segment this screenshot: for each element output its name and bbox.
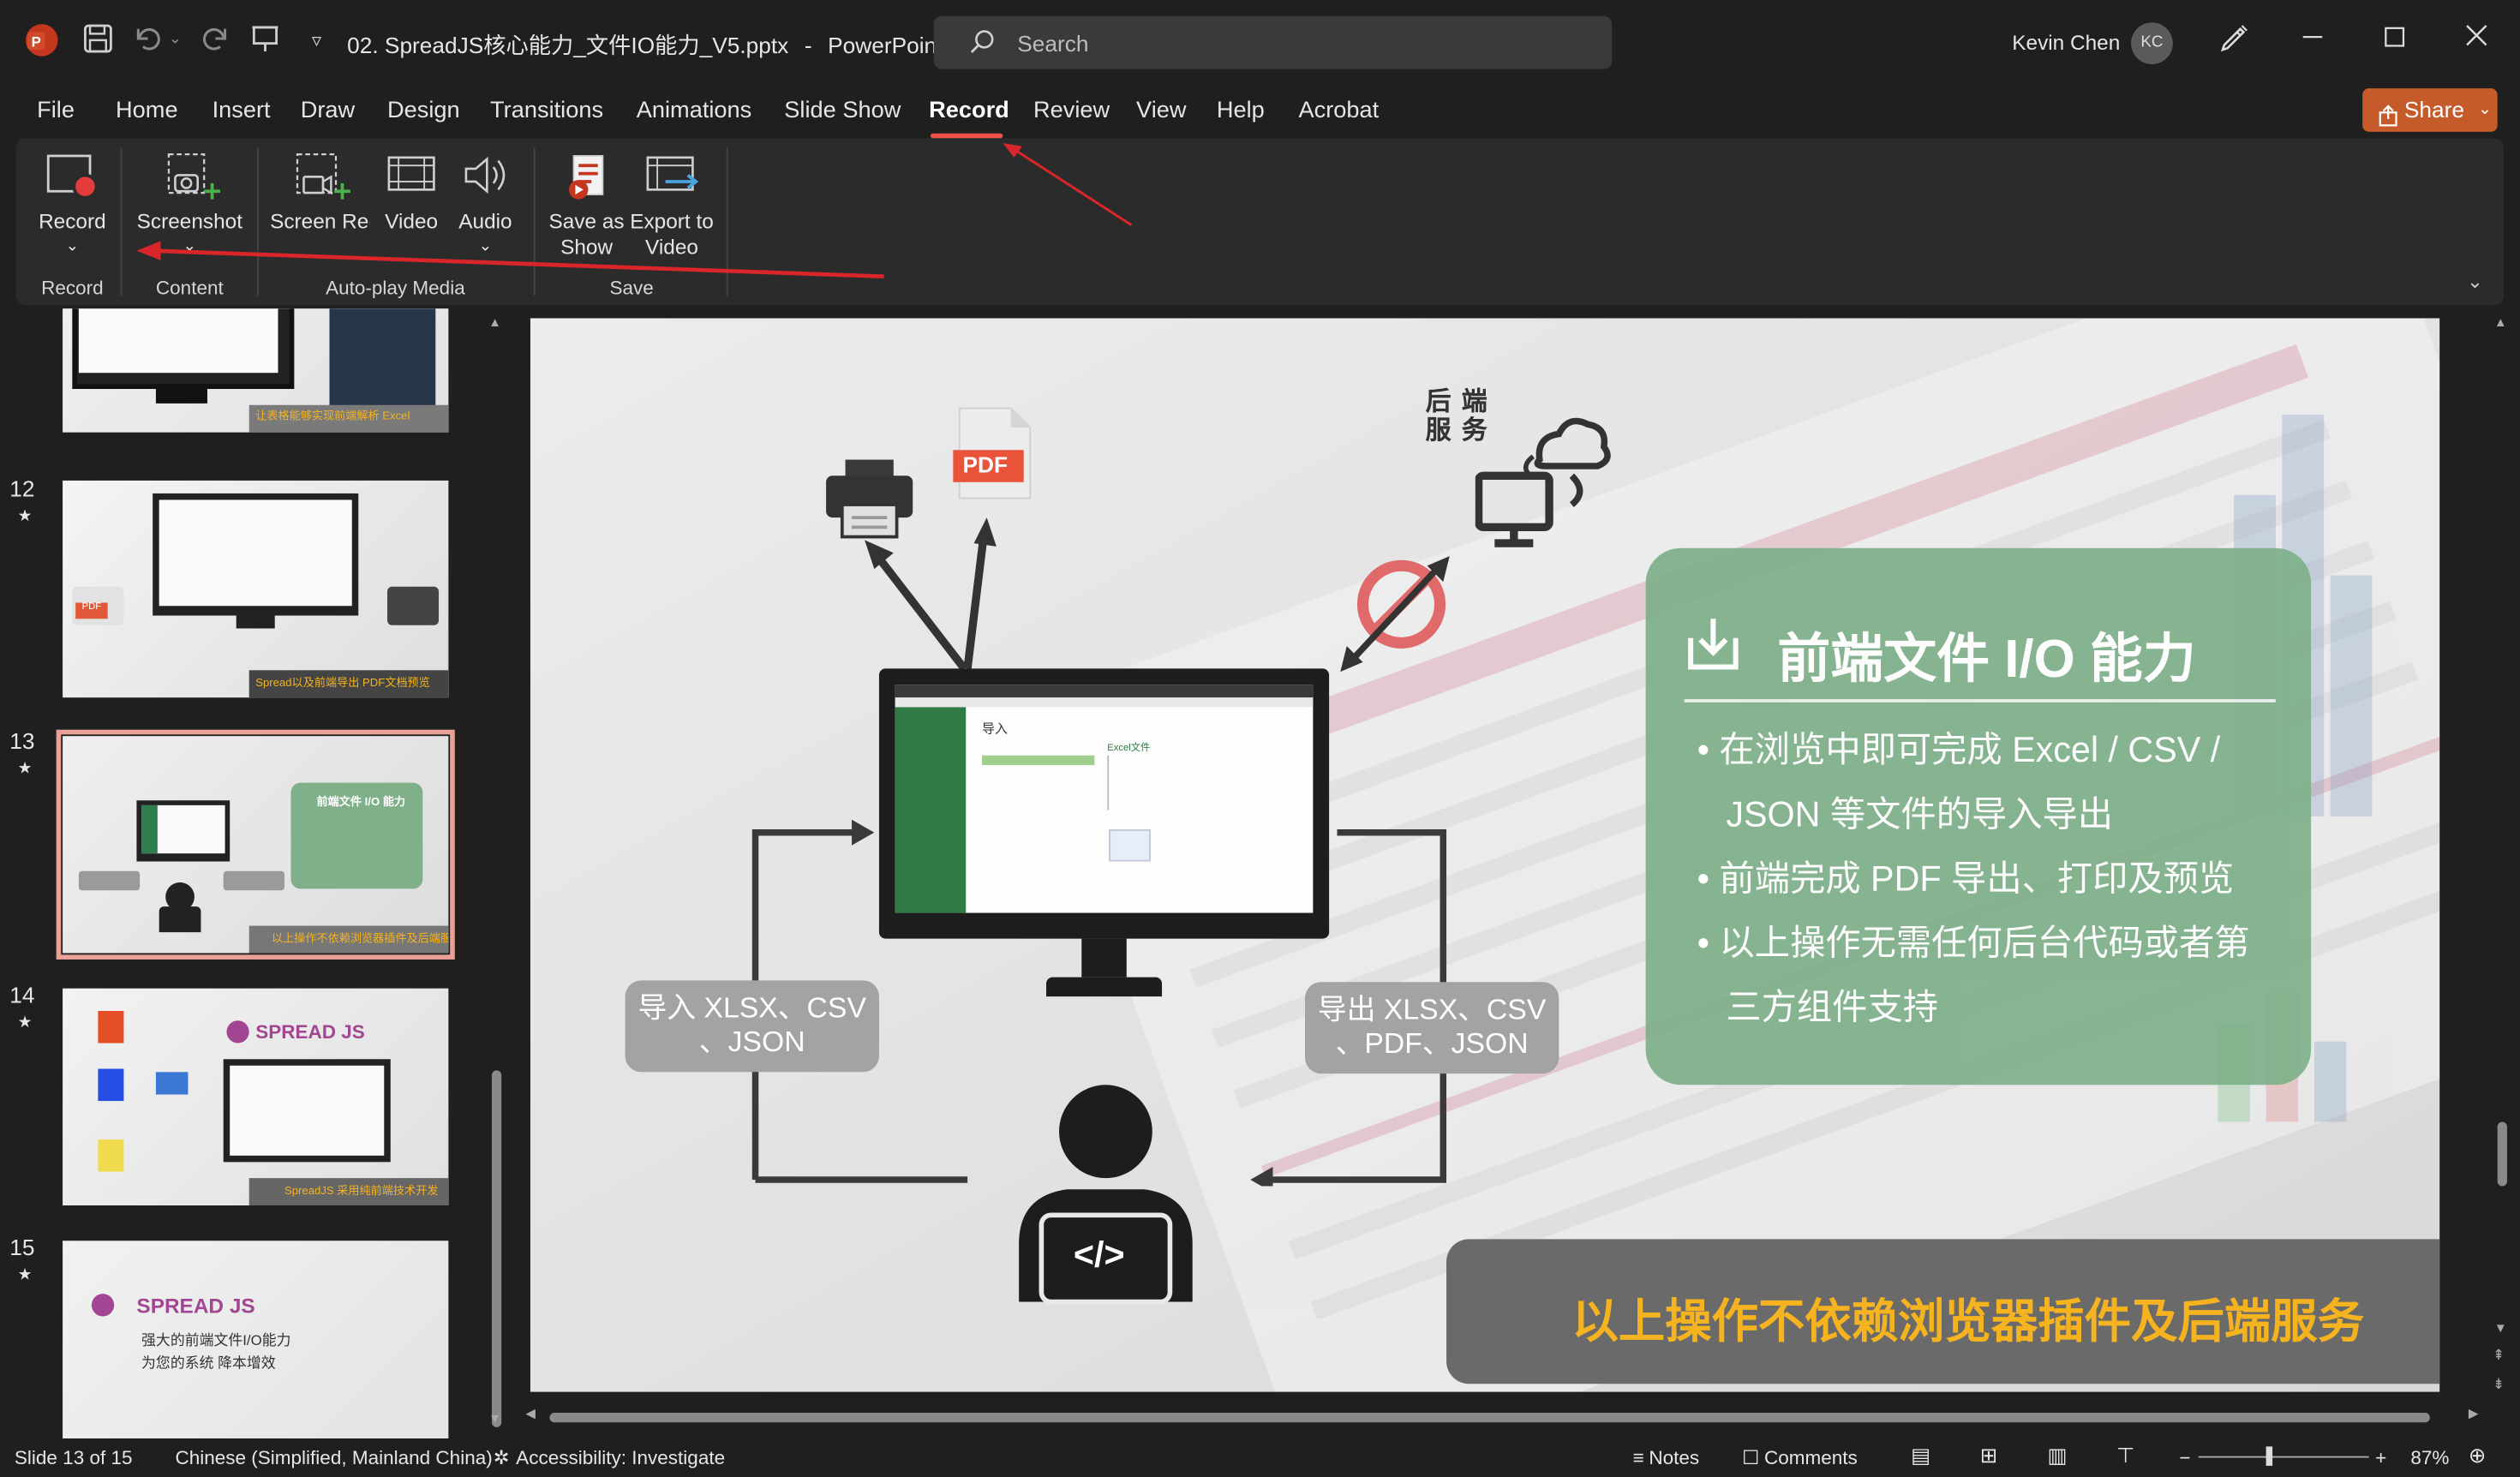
powerpoint-window: P ⌄ ▿ 02. SpreadJS核心能力_文件IO能力_V5.pptx - … xyxy=(0,0,2520,1477)
zoom-level[interactable]: 87% xyxy=(2410,1446,2449,1468)
export-arrows xyxy=(865,517,997,672)
thumbnail-line: 强大的前端文件I/O能力 xyxy=(141,1332,291,1348)
slide-show-view-icon[interactable]: ⊤ xyxy=(2116,1444,2134,1469)
card-divider xyxy=(1684,699,2276,703)
import-label-line: 、JSON xyxy=(698,1025,805,1058)
slide-number: 13 xyxy=(9,727,35,754)
zoom-out-icon[interactable]: − xyxy=(2179,1446,2190,1468)
thumbnail-caption: 以上操作不依赖浏览器插件及后端服务 xyxy=(271,933,449,946)
zoom-slider-track[interactable] xyxy=(2198,1456,2369,1458)
cloud-server-icon xyxy=(1474,411,1613,558)
slide-animation-star-icon: ★ xyxy=(17,507,33,526)
scroll-down-icon[interactable]: ▼ xyxy=(488,1411,505,1426)
screen-subheading: Excel文件 xyxy=(1107,744,1151,754)
import-formats-label: 导入 XLSX、CSV 、JSON xyxy=(625,980,879,1073)
slide-sorter-icon[interactable]: ⊞ xyxy=(1980,1444,1997,1469)
canvas-horizontal-scrollbar-thumb[interactable] xyxy=(549,1413,2430,1423)
slide-number: 14 xyxy=(9,982,35,1008)
thumbnail-line: 为您的系统 降本增效 xyxy=(141,1354,276,1372)
export-formats-label: 导出 XLSX、CSV 、PDF、JSON xyxy=(1304,982,1559,1074)
pen-icon[interactable] xyxy=(2212,22,2257,61)
bottom-banner: 以上操作不依赖浏览器插件及后端服务 xyxy=(1446,1239,2440,1384)
canvas-vertical-scrollbar-thumb[interactable] xyxy=(2497,1121,2507,1187)
slide-canvas[interactable]: PDF 后 端 服 务 导入 Excel文件 导入 XLSX、CSV 、JSON… xyxy=(530,318,2440,1392)
thumbnail-scrollbar-thumb[interactable] xyxy=(491,1070,502,1427)
collapse-ribbon-icon[interactable]: ⌄ xyxy=(2467,270,2483,292)
export-label-line: 、PDF、JSON xyxy=(1335,1026,1529,1060)
scroll-right-icon[interactable]: ▶ xyxy=(2469,1407,2479,1421)
language-indicator[interactable]: Chinese (Simplified, Mainland China) xyxy=(175,1446,492,1468)
minimize-icon[interactable] xyxy=(2290,22,2336,61)
pdf-label: PDF xyxy=(962,451,1009,478)
fit-to-window-icon[interactable]: ⊕ xyxy=(2469,1444,2486,1469)
code-symbol: </> xyxy=(1073,1234,1125,1275)
normal-view-icon[interactable]: ▤ xyxy=(1911,1444,1930,1469)
avatar[interactable]: KC xyxy=(2131,22,2173,65)
card-bullet: • 以上操作无需任何后台代码或者第 xyxy=(1697,922,2250,963)
developer-icon: </> xyxy=(1013,1083,1200,1316)
slide-thumbnail-11[interactable]: 让表格能够实现前端解析 Excel xyxy=(63,308,449,433)
tab-acrobat[interactable]: Acrobat xyxy=(1298,98,1379,123)
comments-label: Comments xyxy=(1763,1446,1858,1469)
scroll-down-icon[interactable]: ▼ xyxy=(2494,1321,2507,1336)
zoom-in-icon[interactable]: + xyxy=(2375,1446,2386,1468)
accessibility-icon: ✲ xyxy=(493,1446,510,1469)
next-slide-icon[interactable]: ⇟ xyxy=(2493,1376,2505,1392)
share-dropdown-icon: ⌄ xyxy=(2478,101,2492,119)
reading-view-icon[interactable]: ▥ xyxy=(2048,1444,2068,1469)
pdf-file-icon: PDF xyxy=(953,405,1033,510)
card-bullet: • 前端完成 PDF 导出、打印及预览 xyxy=(1697,858,2235,899)
thumbnail-brand: SPREAD JS xyxy=(255,1020,365,1043)
download-icon xyxy=(1685,616,1743,682)
slide-thumbnail-13[interactable]: 前端文件 I/O 能力 以上操作不依赖浏览器插件及后端服务 xyxy=(56,729,455,960)
scroll-up-icon[interactable]: ▲ xyxy=(488,315,505,330)
scroll-up-icon[interactable]: ▲ xyxy=(2494,315,2507,330)
screen-heading: 导入 xyxy=(981,721,1009,737)
close-icon[interactable] xyxy=(2454,22,2499,61)
notes-label: Notes xyxy=(1649,1446,1700,1469)
accessibility-label: Accessibility: Investigate xyxy=(516,1446,726,1469)
slide-thumbnail-15[interactable]: SPREAD JS 强大的前端文件I/O能力 为您的系统 降本增效 xyxy=(63,1241,449,1439)
annotation-arrows xyxy=(136,142,1133,279)
share-label: Share xyxy=(2403,96,2464,123)
previous-slide-icon[interactable]: ⇞ xyxy=(2493,1347,2505,1363)
notes-button[interactable]: ≡ Notes xyxy=(1633,1446,1700,1468)
no-connection-icon xyxy=(1340,556,1450,673)
card-title: 前端文件 I/O 能力 xyxy=(1777,628,2196,688)
slide-animation-star-icon: ★ xyxy=(17,1014,33,1032)
scroll-left-icon[interactable]: ◀ xyxy=(525,1407,536,1421)
user-name[interactable]: Kevin Chen xyxy=(2012,31,2120,55)
slide-animation-star-icon: ★ xyxy=(17,1266,33,1284)
notes-icon: ≡ xyxy=(1632,1446,1644,1469)
maximize-icon[interactable] xyxy=(2372,22,2417,61)
thumbnail-caption: Spread以及前端导出 PDF文档预览 xyxy=(255,678,430,690)
import-label-line: 导入 XLSX、CSV xyxy=(637,991,866,1025)
export-label-line: 导出 XLSX、CSV xyxy=(1317,993,1547,1026)
slide-thumbnail-pane: 让表格能够实现前端解析 Excel 12 ★ PDF Spread以及前端导出 … xyxy=(0,308,512,1439)
comments-icon: ☐ xyxy=(1742,1446,1760,1469)
status-bar: Slide 13 of 15 Chinese (Simplified, Main… xyxy=(0,1438,2520,1477)
bottom-banner-text: 以上操作不依赖浏览器插件及后端服务 xyxy=(1571,1296,2365,1348)
accessibility-status[interactable]: ✲ Accessibility: Investigate xyxy=(494,1446,725,1468)
card-bullet: 三方组件支持 xyxy=(1726,986,1939,1027)
zoom-slider-handle[interactable] xyxy=(2266,1446,2273,1466)
card-bullet: • 在浏览中即可完成 Excel / CSV / xyxy=(1697,729,2221,770)
slide-number: 12 xyxy=(9,475,35,502)
feature-card: 前端文件 I/O 能力 • 在浏览中即可完成 Excel / CSV / JSO… xyxy=(1645,547,2312,1085)
share-icon xyxy=(2377,98,2399,141)
slide-counter[interactable]: Slide 13 of 15 xyxy=(15,1446,133,1468)
slide-thumbnail-14[interactable]: SPREAD JS SpreadJS 采用纯前端技术开发 xyxy=(63,988,449,1205)
slide-number: 15 xyxy=(9,1234,35,1260)
thumbnail-card-title: 前端文件 I/O 能力 xyxy=(316,797,406,809)
thumbnail-caption: SpreadJS 采用纯前端技术开发 xyxy=(284,1186,439,1198)
thumbnail-caption: 让表格能够实现前端解析 Excel xyxy=(255,411,410,423)
share-button[interactable]: Share ⌄ xyxy=(2362,88,2498,132)
slide-thumbnail-12[interactable]: PDF Spread以及前端导出 PDF文档预览 xyxy=(63,480,449,698)
card-bullet: JSON 等文件的导入导出 xyxy=(1726,793,2114,834)
comments-button[interactable]: ☐ Comments xyxy=(1742,1446,1858,1468)
slide-animation-star-icon: ★ xyxy=(17,760,33,778)
thumbnail-brand: SPREAD JS xyxy=(136,1294,255,1319)
